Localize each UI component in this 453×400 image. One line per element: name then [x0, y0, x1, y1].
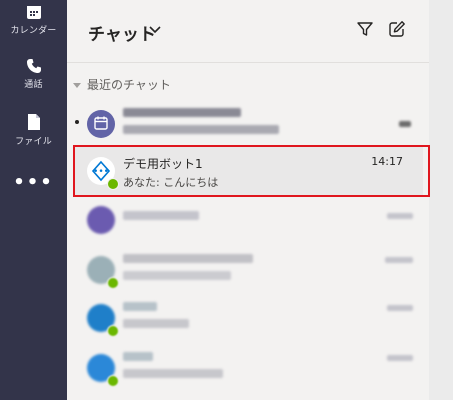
recent-chats-header[interactable]: 最近のチャット: [73, 76, 171, 93]
recent-chats-label: 最近のチャット: [87, 78, 171, 92]
highlight-box: [73, 145, 430, 197]
chat-list-item[interactable]: [75, 246, 423, 296]
rail-calls-label: 通話: [24, 80, 43, 90]
chat-list-item[interactable]: [75, 100, 423, 150]
rail-files-label: ファイル: [15, 137, 52, 147]
avatar: [87, 206, 115, 234]
filter-icon[interactable]: [356, 20, 374, 38]
rail-calendar-label: カレンダー: [10, 26, 57, 36]
chat-panel: チャット 最近のチャット ••• デモ用ボット1 あなた: こんにちは 14:1…: [67, 0, 429, 400]
file-icon: [27, 114, 40, 130]
unread-dot: [75, 120, 79, 124]
chat-list-item[interactable]: [75, 196, 423, 246]
meeting-icon: [94, 116, 108, 130]
rail-calls[interactable]: 通話: [0, 58, 67, 90]
page-title: チャット: [88, 25, 156, 45]
rail-calendar[interactable]: カレンダー: [0, 4, 67, 36]
more-apps-button[interactable]: •••: [0, 174, 67, 192]
calendar-avatar: [87, 110, 115, 138]
chevron-down-icon[interactable]: [149, 26, 161, 34]
phone-icon: [26, 59, 41, 73]
app-rail: カレンダー 通話 ファイル •••: [0, 0, 67, 400]
collapse-caret-icon: [73, 83, 81, 88]
rail-files[interactable]: ファイル: [0, 113, 67, 147]
chat-header: チャット: [67, 0, 429, 63]
content-edge: [429, 0, 453, 400]
compose-icon[interactable]: [388, 20, 406, 38]
calendar-icon: [26, 6, 41, 19]
chat-list-item[interactable]: [75, 294, 423, 344]
chat-list-item[interactable]: [75, 344, 423, 394]
